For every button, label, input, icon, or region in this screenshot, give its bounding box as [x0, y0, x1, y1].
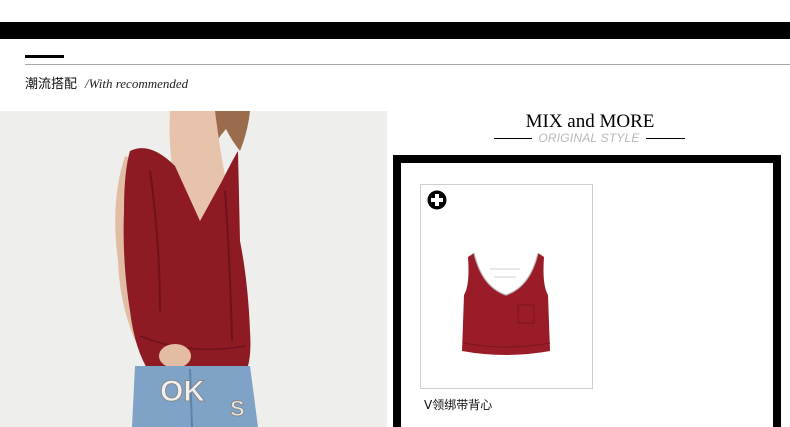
model-photo: OK S — [0, 111, 387, 427]
mix-subtitle: ORIGINAL STYLE — [538, 131, 640, 145]
product-name[interactable]: V领绑带背心 — [424, 396, 492, 413]
mix-subtitle-line-right — [646, 138, 685, 139]
mix-title: MIX and MORE — [525, 111, 655, 132]
section-title-en: /With recommended — [85, 76, 189, 91]
mix-subtitle-line-left — [494, 138, 532, 139]
svg-text:S: S — [230, 396, 245, 421]
section-title: 潮流搭配/With recommended — [25, 73, 188, 92]
svg-text:OK: OK — [160, 375, 205, 408]
top-black-bar — [0, 22, 790, 39]
section-accent-line — [25, 55, 64, 58]
product-image[interactable] — [460, 247, 552, 359]
section-divider — [25, 64, 790, 65]
section-title-zh: 潮流搭配 — [25, 77, 78, 92]
plus-circle-icon[interactable] — [427, 190, 447, 210]
